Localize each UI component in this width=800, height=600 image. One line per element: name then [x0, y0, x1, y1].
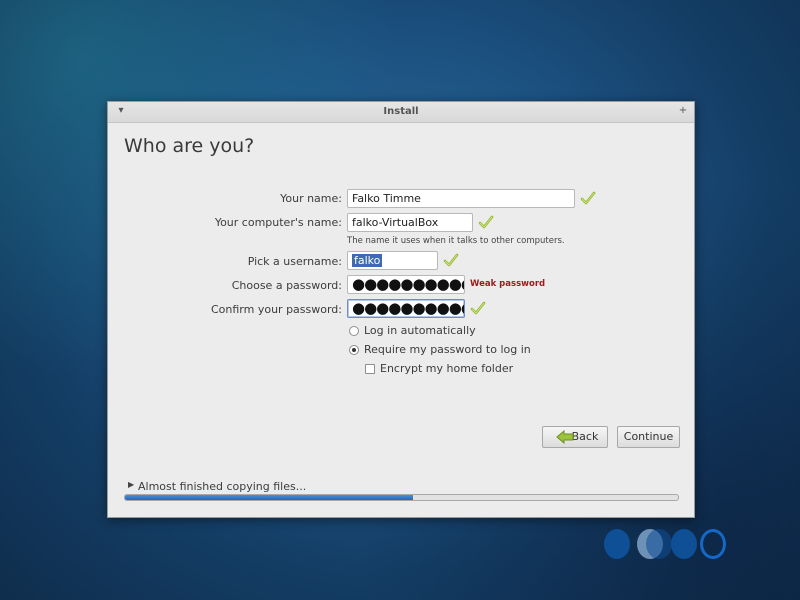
valid-check-icon	[478, 215, 494, 229]
orb-1	[604, 529, 630, 559]
name-field[interactable]: Falko Timme	[347, 189, 575, 208]
progress-status-text: Almost finished copying files...	[138, 480, 307, 493]
window-title: Install	[383, 106, 419, 117]
progress-bar-fill	[125, 495, 413, 500]
valid-check-icon	[470, 301, 486, 315]
installer-window: ▾ Install + Who are you? Your name: Falk…	[107, 101, 695, 518]
continue-button[interactable]: Continue	[617, 426, 680, 448]
password-strength-text: Weak password	[470, 279, 546, 289]
back-arrow-icon	[556, 430, 574, 444]
orb-4	[700, 529, 726, 559]
require-password-label[interactable]: Require my password to log in	[364, 343, 531, 356]
name-label: Your name:	[280, 192, 342, 205]
title-bar: ▾ Install +	[108, 102, 694, 123]
valid-check-icon	[580, 191, 596, 205]
login-automatically-radio[interactable]	[349, 326, 359, 336]
progress-bar	[124, 494, 679, 501]
page-title: Who are you?	[124, 135, 255, 157]
confirm-password-label: Confirm your password:	[210, 303, 342, 316]
require-password-radio[interactable]	[349, 345, 359, 355]
valid-check-icon	[443, 253, 459, 267]
installer-logo-orbs	[604, 529, 726, 561]
back-button[interactable]: Back	[542, 426, 608, 448]
computer-name-label: Your computer's name:	[214, 216, 342, 229]
confirm-password-dots: ●●●●●●●●●●	[352, 299, 465, 317]
encrypt-home-label[interactable]: Encrypt my home folder	[380, 362, 513, 375]
computer-name-field[interactable]: falko-VirtualBox	[347, 213, 473, 232]
plus-icon[interactable]: +	[677, 105, 689, 117]
orb-3	[671, 529, 697, 559]
password-label: Choose a password:	[231, 279, 342, 292]
login-automatically-label[interactable]: Log in automatically	[364, 324, 476, 337]
username-label: Pick a username:	[247, 255, 342, 268]
encrypt-home-checkbox[interactable]	[365, 364, 375, 374]
confirm-password-field[interactable]: ●●●●●●●●●●	[347, 299, 465, 318]
computer-name-hint: The name it uses when it talks to other …	[347, 236, 565, 246]
password-field[interactable]: ●●●●●●●●●●	[347, 275, 465, 294]
orb-2-shadow	[646, 529, 672, 559]
username-field[interactable]: falko	[347, 251, 438, 270]
username-selected-text: falko	[352, 254, 383, 267]
expander-arrow-icon[interactable]: ▶	[128, 480, 134, 489]
